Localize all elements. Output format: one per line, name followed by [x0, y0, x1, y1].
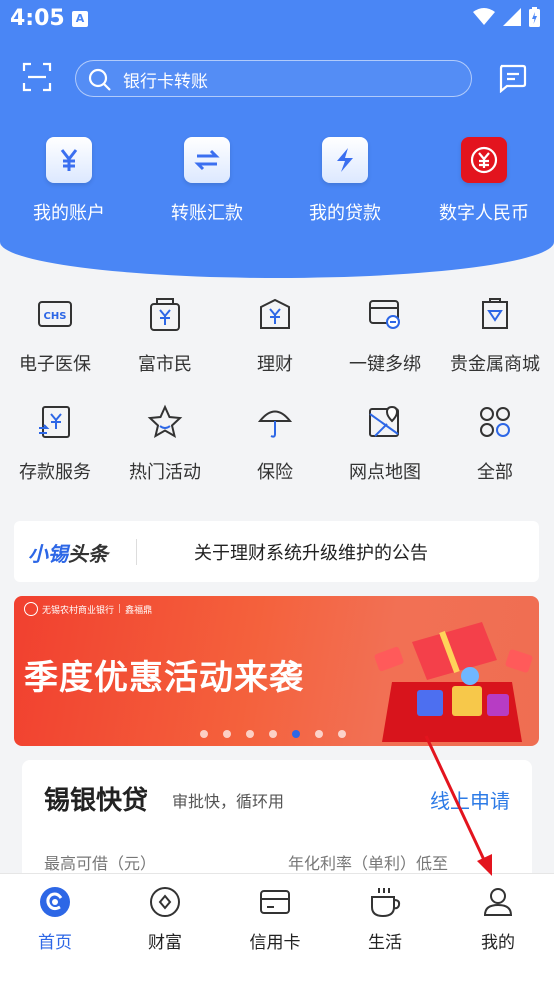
message-button[interactable]: [497, 63, 527, 94]
banner-dot[interactable]: [338, 730, 346, 738]
status-bar: 4:05 A: [0, 0, 554, 40]
credit-card-icon: [257, 884, 293, 920]
banner-title: 季度优惠活动来袭: [24, 658, 304, 698]
lightning-icon: [322, 137, 368, 183]
service-insurance[interactable]: 保险: [220, 400, 330, 484]
grid-icon: [473, 400, 517, 444]
search-icon: [88, 68, 111, 91]
banner-dot[interactable]: [292, 730, 300, 738]
banner-dot[interactable]: [200, 730, 208, 738]
bank-logo-icon: [24, 602, 38, 616]
wealth-tab-icon: [147, 884, 183, 920]
bottom-tab-bar: 首页 财富 信用卡 生活 我的: [0, 873, 554, 984]
banner-dot[interactable]: [315, 730, 323, 738]
quick-digital-rmb[interactable]: 数字人民币: [429, 137, 539, 225]
banner-dot[interactable]: [223, 730, 231, 738]
notice-divider: [136, 539, 137, 565]
chs-icon: CHS: [33, 292, 77, 336]
gift-box-icon: [374, 622, 533, 742]
digital-rmb-icon: [461, 137, 507, 183]
banner-dot[interactable]: [269, 730, 277, 738]
precious-metal-icon: [473, 292, 517, 336]
search-bar[interactable]: 银行卡转账: [75, 60, 472, 97]
scan-button[interactable]: [22, 62, 52, 92]
promo-banner[interactable]: 无锡农村商业银行 | 鑫福鼎 季度优惠活动来袭: [14, 596, 539, 746]
yuan-icon: [46, 137, 92, 183]
notification-icon: A: [72, 11, 88, 27]
umbrella-icon: [253, 400, 297, 444]
service-fushimin[interactable]: 富市民: [110, 292, 220, 376]
service-medical-insurance[interactable]: CHS 电子医保: [0, 292, 110, 376]
deposit-icon: [33, 400, 77, 444]
notice-text: 关于理财系统升级维护的公告: [194, 543, 428, 564]
wifi-icon: [473, 8, 495, 25]
svg-text:CHS: CHS: [44, 311, 67, 322]
quick-transfer[interactable]: 转账汇款: [152, 137, 262, 225]
service-precious-metal[interactable]: 贵金属商城: [440, 292, 550, 376]
apply-online-link[interactable]: 线上申请: [430, 785, 510, 814]
wallet-yuan-icon: [143, 292, 187, 336]
service-wealth[interactable]: 理财: [220, 292, 330, 376]
user-icon: [480, 884, 516, 920]
service-branch-map[interactable]: 网点地图: [330, 400, 440, 484]
service-multi-bind[interactable]: 一键多绑: [330, 292, 440, 376]
card-link-icon: [363, 292, 407, 336]
quick-my-loan[interactable]: 我的贷款: [290, 137, 400, 225]
loan-title: 锡银快贷: [44, 786, 149, 816]
transfer-icon: [184, 137, 230, 183]
service-all[interactable]: 全部: [440, 400, 550, 484]
search-placeholder: 银行卡转账: [123, 72, 208, 92]
tab-mine[interactable]: 我的: [443, 884, 553, 953]
coffee-icon: [367, 884, 403, 920]
max-borrow-label: 最高可借（元）: [44, 854, 157, 873]
banner-bank-logo: 无锡农村商业银行 | 鑫福鼎: [24, 602, 152, 616]
status-time: 4:05: [10, 6, 65, 31]
service-hot-activity[interactable]: 热门活动: [110, 400, 220, 484]
scan-icon: [22, 62, 52, 92]
star-icon: [143, 400, 187, 444]
banner-dot[interactable]: [246, 730, 254, 738]
loan-subtitle: 审批快，循环用: [172, 792, 285, 811]
notice-brand: 小锡头条: [28, 542, 108, 566]
tab-wealth[interactable]: 财富: [110, 884, 220, 953]
interest-rate-label: 年化利率（单利）低至: [288, 854, 449, 873]
banner-pagination: [200, 730, 346, 738]
message-icon: [499, 64, 527, 94]
tab-credit-card[interactable]: 信用卡: [220, 884, 330, 953]
home-icon: [37, 884, 73, 920]
quick-my-account[interactable]: 我的账户: [14, 137, 124, 225]
battery-icon: [529, 7, 540, 27]
tab-home[interactable]: 首页: [0, 884, 110, 953]
service-deposit[interactable]: 存款服务: [0, 400, 110, 484]
wealth-icon: [253, 292, 297, 336]
news-notice[interactable]: 小锡头条 关于理财系统升级维护的公告: [14, 521, 539, 582]
loan-card[interactable]: 锡银快贷 审批快，循环用 线上申请 最高可借（元） 年化利率（单利）低至: [22, 760, 532, 890]
map-icon: [363, 400, 407, 444]
signal-icon: [503, 8, 521, 26]
tab-life[interactable]: 生活: [330, 884, 440, 953]
